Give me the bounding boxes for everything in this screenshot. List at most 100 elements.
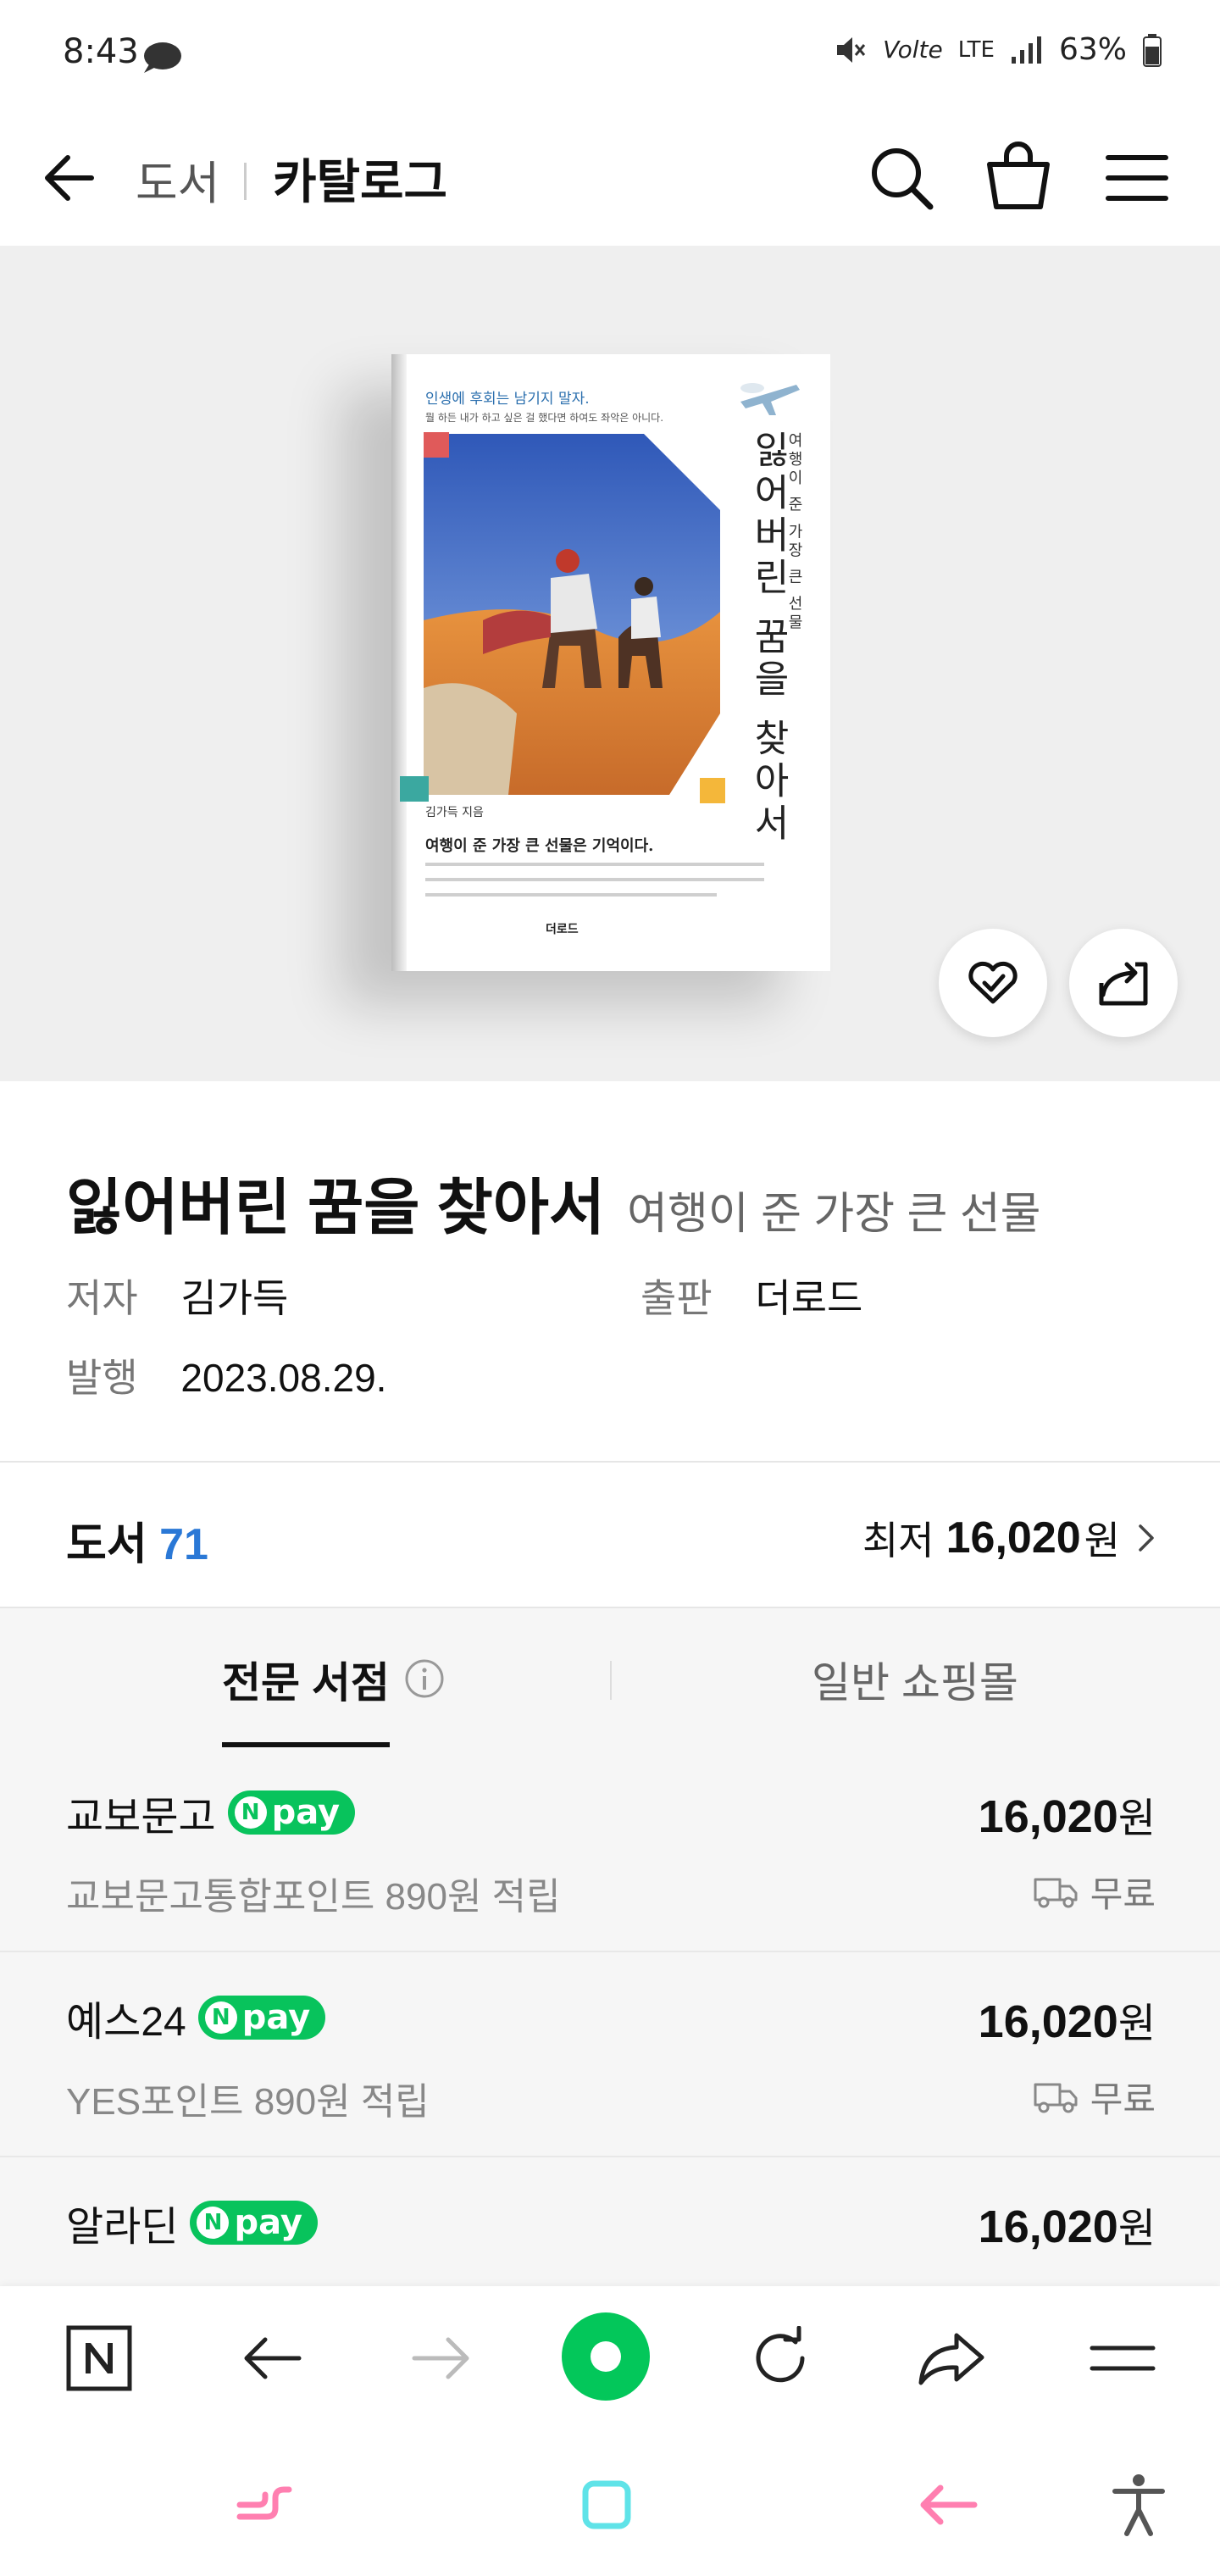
shop-name-row: 교보문고 Npay bbox=[66, 1783, 356, 1842]
refresh-icon bbox=[756, 2326, 805, 2383]
shop-shipping: 무료 bbox=[1033, 2071, 1156, 2123]
author-label: 저자 bbox=[66, 1276, 138, 1320]
delivery-truck-icon bbox=[1034, 1878, 1078, 1907]
recents-button[interactable] bbox=[230, 2471, 298, 2539]
browser-toolbar bbox=[0, 2286, 1220, 2429]
cover-subline: 뭘 하든 내가 하고 싶은 걸 했다면 하여도 좌악은 아니다. bbox=[425, 412, 664, 424]
like-button[interactable] bbox=[939, 929, 1047, 1037]
home-square-icon bbox=[582, 2480, 631, 2529]
breadcrumb-category[interactable]: 도서 bbox=[136, 146, 219, 213]
browser-back-button[interactable] bbox=[234, 2320, 310, 2396]
cover-vertical-subtitle: 여행이 준 가장 큰 선물 bbox=[785, 432, 803, 633]
home-button[interactable] bbox=[573, 2471, 640, 2539]
accessibility-button[interactable] bbox=[1105, 2471, 1173, 2539]
shopping-bag-icon[interactable] bbox=[983, 139, 1054, 214]
browser-menu-button[interactable] bbox=[1084, 2320, 1161, 2396]
signal-icon bbox=[1011, 36, 1041, 64]
npay-label: pay bbox=[234, 2203, 302, 2242]
system-back-button[interactable] bbox=[913, 2471, 981, 2539]
green-dot-icon bbox=[562, 2312, 650, 2401]
book-title: 잃어버린 꿈을 찾아서 bbox=[66, 1174, 606, 1242]
npay-label: pay bbox=[241, 1998, 311, 2037]
npay-badge: Npay bbox=[190, 2201, 318, 2245]
chevron-right-icon bbox=[1139, 1524, 1154, 1552]
naver-green-dot-button[interactable] bbox=[559, 2310, 652, 2403]
status-bar: 8:43 Volte LTE 63% bbox=[0, 0, 1220, 110]
shop-price-currency: 원 bbox=[1117, 1796, 1156, 1841]
shop-name: 예스24 bbox=[66, 2000, 186, 2045]
author-value[interactable]: 김가득 bbox=[180, 1276, 288, 1320]
cover-tagline: 인생에 후회는 남기지 말자. bbox=[425, 391, 590, 408]
shop-name: 알라딘 bbox=[66, 2205, 179, 2250]
shop-price: 16,020원 bbox=[979, 1990, 1156, 2049]
tab-specialty-bookstore[interactable]: 전문 서점 bbox=[222, 1649, 390, 1710]
shipping-label: 무료 bbox=[1090, 2079, 1156, 2119]
lowest-price-currency: 원 bbox=[1084, 1518, 1120, 1563]
shop-price: 16,020원 bbox=[979, 2195, 1156, 2254]
seller-count-number: 71 bbox=[159, 1520, 208, 1569]
lowest-price[interactable]: 최저 16,020 원 bbox=[862, 1510, 1156, 1566]
book-cover-image[interactable]: 인생에 후회는 남기지 말자. 뭘 하든 내가 하고 싶은 걸 했다면 하여도 … bbox=[391, 354, 830, 971]
cover-publisher: 더로드 bbox=[546, 923, 579, 936]
list-item[interactable]: 교보문고 Npay 교보문고통합포인트 890원 적립 16,020원 무료 bbox=[0, 1747, 1220, 1952]
naver-n-icon: N bbox=[204, 2001, 237, 2034]
back-arrow-icon[interactable] bbox=[41, 144, 100, 212]
refresh-button[interactable] bbox=[742, 2320, 818, 2396]
shop-price-value: 16,020 bbox=[978, 2201, 1118, 2252]
share-arrow-icon bbox=[918, 2333, 984, 2385]
cover-quote: 여행이 준 가장 큰 선물은 기억이다. bbox=[425, 837, 654, 855]
back-arrow-icon bbox=[920, 2484, 978, 2525]
book-spine bbox=[391, 354, 407, 971]
info-icon[interactable] bbox=[403, 1657, 446, 1700]
npay-badge: Npay bbox=[197, 1996, 326, 2040]
book-subtitle: 여행이 준 가장 큰 선물 bbox=[627, 1190, 1041, 1239]
chat-notification-icon bbox=[144, 42, 181, 73]
seller-count: 도서 71 bbox=[66, 1508, 208, 1572]
cover-author: 김가득 지음 bbox=[425, 806, 484, 819]
menu-icon[interactable] bbox=[1103, 147, 1171, 208]
shop-price-currency: 원 bbox=[1117, 2207, 1156, 2251]
naver-n-icon: N bbox=[234, 1796, 267, 1829]
network-label: LTE bbox=[957, 36, 995, 63]
seller-summary-row[interactable]: 도서 71 최저 16,020 원 bbox=[0, 1463, 1220, 1607]
seller-category: 도서 bbox=[66, 1520, 147, 1569]
shop-name-row: 알라딘 Npay bbox=[66, 2193, 318, 2252]
shop-price-value: 16,020 bbox=[978, 1996, 1118, 2047]
book-info: 잃어버린 꿈을 찾아서 여행이 준 가장 큰 선물 저자 김가득 출판 더로드 … bbox=[0, 1081, 1220, 1461]
naver-home-button[interactable] bbox=[61, 2320, 137, 2396]
share-page-button[interactable] bbox=[913, 2320, 990, 2396]
shop-shipping: 무료 bbox=[1033, 1866, 1156, 1918]
date-value: 2023.08.29. bbox=[180, 1356, 387, 1400]
publisher-value[interactable]: 더로드 bbox=[755, 1276, 862, 1320]
volte-label: Volte bbox=[883, 36, 943, 64]
breadcrumb-separator bbox=[244, 163, 247, 200]
arrow-right-icon bbox=[412, 2337, 469, 2379]
battery-percent: 63% bbox=[1058, 32, 1127, 67]
menu-icon bbox=[1090, 2346, 1156, 2371]
page-title: 카탈로그 bbox=[273, 155, 448, 208]
heart-check-icon bbox=[968, 961, 1018, 1004]
status-time: 8:43 bbox=[63, 32, 139, 71]
list-item[interactable]: 예스24 Npay YES포인트 890원 적립 16,020원 무료 bbox=[0, 1952, 1220, 2157]
cover-deco-yellow bbox=[700, 778, 725, 803]
mute-icon bbox=[837, 36, 866, 63]
recents-icon bbox=[236, 2486, 292, 2520]
cover-deco-red bbox=[424, 432, 449, 458]
author-meta: 저자 김가득 bbox=[66, 1268, 288, 1324]
shop-price-currency: 원 bbox=[1117, 2001, 1156, 2046]
cover-photo bbox=[424, 434, 720, 795]
delivery-truck-icon bbox=[1034, 2083, 1078, 2112]
airplane-icon bbox=[740, 383, 800, 415]
npay-label: pay bbox=[271, 1793, 341, 1832]
tab-general-mall[interactable]: 일반 쇼핑몰 bbox=[812, 1649, 1018, 1710]
arrow-left-icon bbox=[244, 2337, 302, 2379]
shop-point: YES포인트 890원 적립 bbox=[66, 2081, 430, 2123]
browser-forward-button[interactable] bbox=[403, 2320, 480, 2396]
shop-point: 교보문고통합포인트 890원 적립 bbox=[66, 1876, 561, 1918]
system-nav-bar bbox=[0, 2429, 1220, 2576]
search-icon[interactable] bbox=[866, 142, 937, 214]
share-button[interactable] bbox=[1069, 929, 1178, 1037]
shop-name: 교보문고 bbox=[66, 1795, 216, 1840]
battery-icon bbox=[1143, 33, 1162, 67]
app-header: 도서 카탈로그 bbox=[0, 110, 1220, 246]
